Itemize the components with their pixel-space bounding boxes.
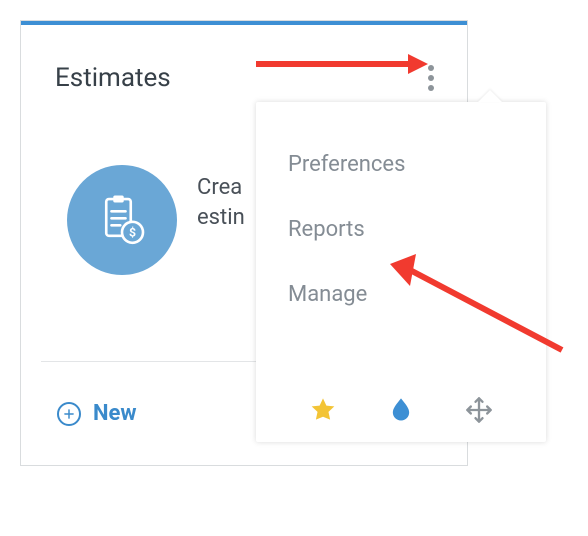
menu-item-manage[interactable]: Manage bbox=[284, 262, 518, 327]
menu-item-reports[interactable]: Reports bbox=[284, 197, 518, 262]
drop-icon[interactable] bbox=[387, 396, 415, 424]
menu-item-preferences[interactable]: Preferences bbox=[284, 132, 518, 197]
card-accent-bar bbox=[21, 21, 467, 25]
plus-icon bbox=[57, 402, 81, 426]
clipboard-dollar-icon: $ bbox=[94, 192, 150, 248]
svg-text:$: $ bbox=[129, 226, 136, 240]
move-icon[interactable] bbox=[465, 396, 493, 424]
new-button-label: New bbox=[93, 401, 137, 426]
card-description: Crea estin bbox=[197, 173, 245, 232]
desc-line-1: Crea bbox=[197, 175, 242, 200]
estimates-hero-icon: $ bbox=[67, 165, 177, 275]
more-options-menu: Preferences Reports Manage bbox=[256, 102, 546, 442]
desc-line-2: estin bbox=[197, 205, 245, 230]
new-button[interactable]: New bbox=[57, 401, 137, 426]
more-options-button[interactable] bbox=[419, 63, 443, 93]
card-title: Estimates bbox=[55, 63, 171, 93]
star-icon[interactable] bbox=[309, 396, 337, 424]
menu-icon-row bbox=[284, 388, 518, 424]
